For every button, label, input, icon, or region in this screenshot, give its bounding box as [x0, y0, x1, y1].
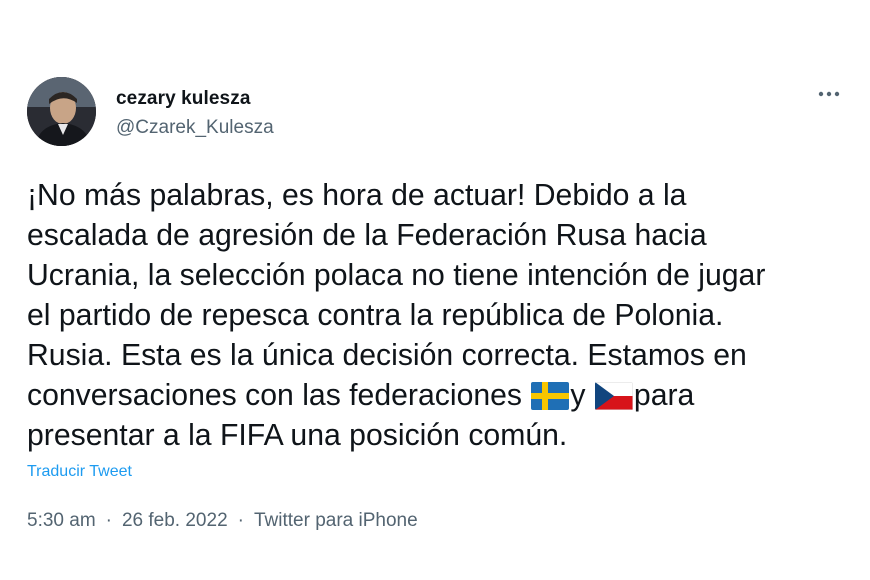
tweet-card: cezary kulesza @Czarek_Kulesza ¡No más p…: [0, 0, 870, 580]
czech-flag-icon: [594, 382, 633, 410]
tweet-metadata: 5:30 am · 26 feb. 2022 · Twitter para iPhone: [27, 510, 418, 532]
profile-photo-icon: [27, 77, 96, 146]
tweet-date[interactable]: 26 feb. 2022: [122, 510, 228, 531]
avatar[interactable]: [27, 77, 96, 146]
tweet-text-segment: y: [570, 379, 594, 412]
more-options-button[interactable]: [814, 84, 844, 104]
tweet-text: ¡No más palabras, es hora de actuar! Deb…: [27, 176, 857, 456]
more-horizontal-icon: [818, 91, 840, 97]
tweet-time[interactable]: 5:30 am: [27, 510, 96, 531]
user-handle[interactable]: @Czarek_Kulesza: [116, 117, 274, 139]
meta-separator: ·: [237, 510, 244, 531]
translate-tweet-link[interactable]: Traducir Tweet: [27, 463, 132, 481]
tweet-text-segment: ¡No más palabras, es hora de actuar! Deb…: [27, 179, 766, 412]
sweden-flag-icon: [531, 382, 570, 410]
tweet-source[interactable]: Twitter para iPhone: [254, 510, 418, 531]
display-name[interactable]: cezary kulesza: [116, 88, 251, 110]
meta-separator: ·: [105, 510, 112, 531]
